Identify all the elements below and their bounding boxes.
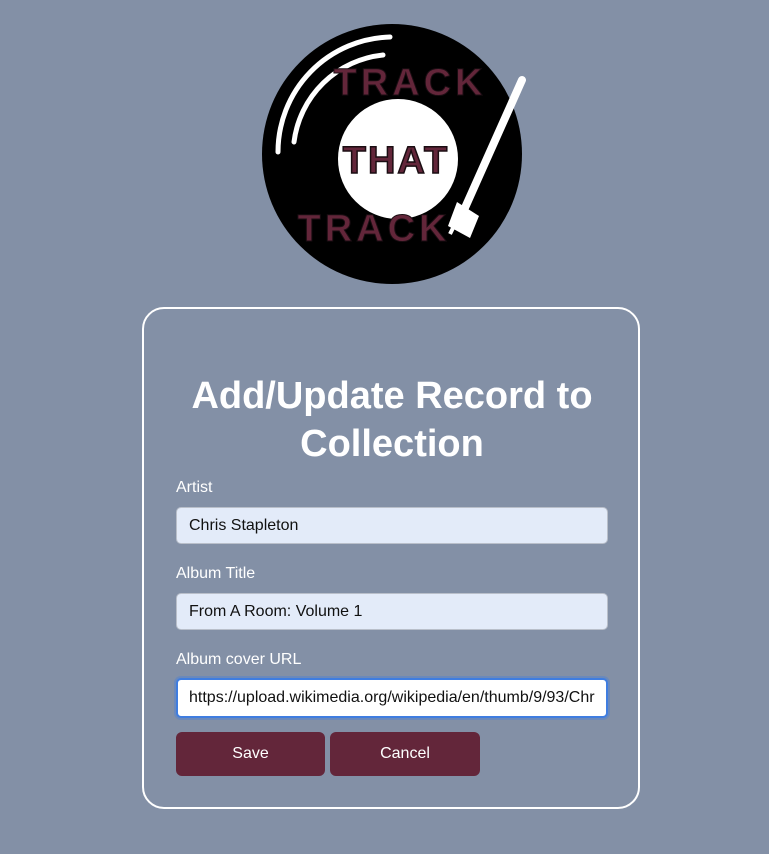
logo-word-bottom: TRACK xyxy=(298,208,451,250)
track-that-track-logo: TRACK THAT TRACK xyxy=(258,20,528,290)
logo-word-center: THAT xyxy=(343,140,450,182)
logo-word-top: TRACK xyxy=(334,62,487,104)
album-title-label: Album Title xyxy=(176,565,256,582)
artist-label: Artist xyxy=(176,479,213,496)
page-title: Add/Update Record to Collection xyxy=(191,375,593,465)
artist-input[interactable] xyxy=(176,507,608,544)
save-button[interactable]: Save xyxy=(176,732,325,776)
album-cover-url-input[interactable] xyxy=(176,678,608,718)
vinyl-record-logo: TRACK THAT TRACK xyxy=(262,24,526,284)
record-form: Add/Update Record to Collection Artist A… xyxy=(142,307,640,809)
album-title-input[interactable] xyxy=(176,593,608,630)
album-cover-url-label: Album cover URL xyxy=(176,651,302,668)
cancel-button[interactable]: Cancel xyxy=(330,732,480,776)
